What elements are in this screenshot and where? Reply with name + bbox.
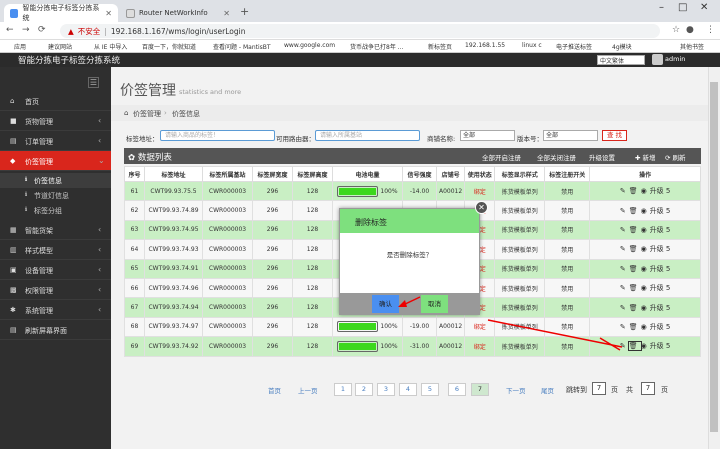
annotation-arrow-line	[599, 337, 621, 351]
annotation-arrows	[398, 296, 623, 351]
annotation-arrowhead	[398, 300, 407, 307]
annotation-arrow-line	[487, 319, 623, 348]
